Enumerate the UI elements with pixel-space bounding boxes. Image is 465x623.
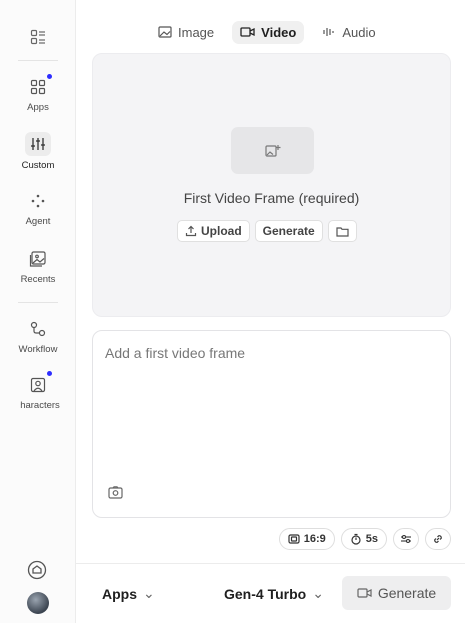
audio-wave-icon	[323, 28, 334, 36]
sidebar-item-agent[interactable]: Agent	[0, 190, 76, 227]
characters-icon	[27, 371, 52, 396]
apps-dropdown[interactable]: Apps ⌄	[102, 585, 155, 602]
video-icon	[240, 27, 255, 37]
sidebar-item-label: Recents	[20, 274, 56, 285]
home-button[interactable]	[27, 560, 47, 585]
workflow-icon	[27, 318, 49, 340]
link-button[interactable]	[425, 528, 451, 550]
tab-image[interactable]: Image	[150, 21, 222, 44]
sidebar-divider	[18, 302, 58, 303]
folder-icon	[336, 226, 349, 237]
add-image-icon	[264, 144, 280, 157]
first-frame-dropzone[interactable]: First Video Frame (required) Upload Gene…	[92, 53, 451, 317]
sidebar-item-apps[interactable]: Apps	[0, 74, 76, 113]
generate-button[interactable]: Generate	[342, 576, 451, 610]
sidebar-item-characters[interactable]: haracters	[0, 371, 76, 411]
generate-button-label: Generate	[377, 585, 437, 601]
tab-label: Video	[261, 24, 297, 40]
upload-label: Upload	[201, 224, 242, 238]
chevron-down-icon: ⌄	[312, 585, 324, 601]
advanced-settings-button[interactable]	[393, 528, 419, 550]
sidebar: Apps Custom Agent Recents Workflow harac…	[0, 0, 76, 623]
frame-placeholder[interactable]	[231, 127, 314, 174]
duration-value: 5s	[365, 533, 378, 545]
image-reference-button[interactable]	[108, 486, 123, 504]
sidebar-item-label: Custom	[21, 160, 55, 171]
model-dropdown[interactable]: Gen-4 Turbo ⌄	[224, 585, 324, 602]
image-icon	[158, 26, 172, 38]
sidebar-menu-button[interactable]	[0, 26, 76, 48]
duration-button[interactable]: 5s	[340, 528, 387, 550]
notification-dot	[47, 371, 52, 376]
prompt-box[interactable]: Add a first video frame	[92, 330, 451, 518]
prompt-input[interactable]: Add a first video frame	[105, 345, 245, 361]
sidebar-item-recents[interactable]: Recents	[0, 248, 76, 285]
tab-video[interactable]: Video	[232, 20, 305, 44]
tab-label: Audio	[342, 24, 376, 40]
chevron-down-icon: ⌄	[143, 585, 155, 601]
sidebar-item-workflow[interactable]: Workflow	[0, 318, 76, 355]
browse-folder-button[interactable]	[327, 220, 357, 242]
generate-frame-label: Generate	[262, 224, 315, 238]
layout-menu-icon	[27, 26, 49, 48]
sidebar-item-label: Apps	[27, 102, 49, 113]
sidebar-divider	[18, 60, 58, 61]
video-icon	[357, 588, 372, 598]
media-type-tabs: Image Video Audio	[150, 20, 384, 44]
upload-icon	[185, 225, 197, 237]
notification-dot	[47, 74, 52, 79]
avatar[interactable]	[27, 592, 49, 614]
sidebar-item-label: Workflow	[18, 344, 58, 355]
frame-title: First Video Frame (required)	[183, 190, 360, 206]
sidebar-item-label: haracters	[20, 400, 60, 411]
frame-actions: Upload Generate	[177, 220, 357, 242]
aspect-ratio-button[interactable]: 16:9	[278, 528, 335, 550]
sidebar-item-label: Agent	[25, 216, 51, 227]
sidebar-item-custom[interactable]: Custom	[0, 132, 76, 171]
sliders-icon	[25, 132, 51, 156]
home-icon	[27, 560, 47, 580]
upload-button[interactable]: Upload	[177, 220, 250, 242]
settings-toggle-icon	[401, 534, 411, 544]
recents-image-icon	[27, 248, 49, 270]
grid-icon	[27, 74, 52, 98]
generation-settings: 16:9 5s	[278, 528, 451, 550]
bottom-divider	[76, 563, 465, 564]
apps-dropdown-label: Apps	[102, 585, 137, 602]
tab-label: Image	[178, 24, 215, 40]
link-icon	[434, 535, 442, 543]
generate-frame-button[interactable]: Generate	[254, 220, 323, 242]
aspect-ratio-icon	[288, 534, 300, 544]
camera-reference-icon	[108, 486, 123, 499]
tab-audio[interactable]: Audio	[314, 21, 383, 44]
sparkle-dots-icon	[27, 190, 49, 212]
timer-icon	[351, 533, 361, 545]
model-dropdown-label: Gen-4 Turbo	[224, 585, 307, 602]
aspect-ratio-value: 16:9	[303, 533, 326, 545]
